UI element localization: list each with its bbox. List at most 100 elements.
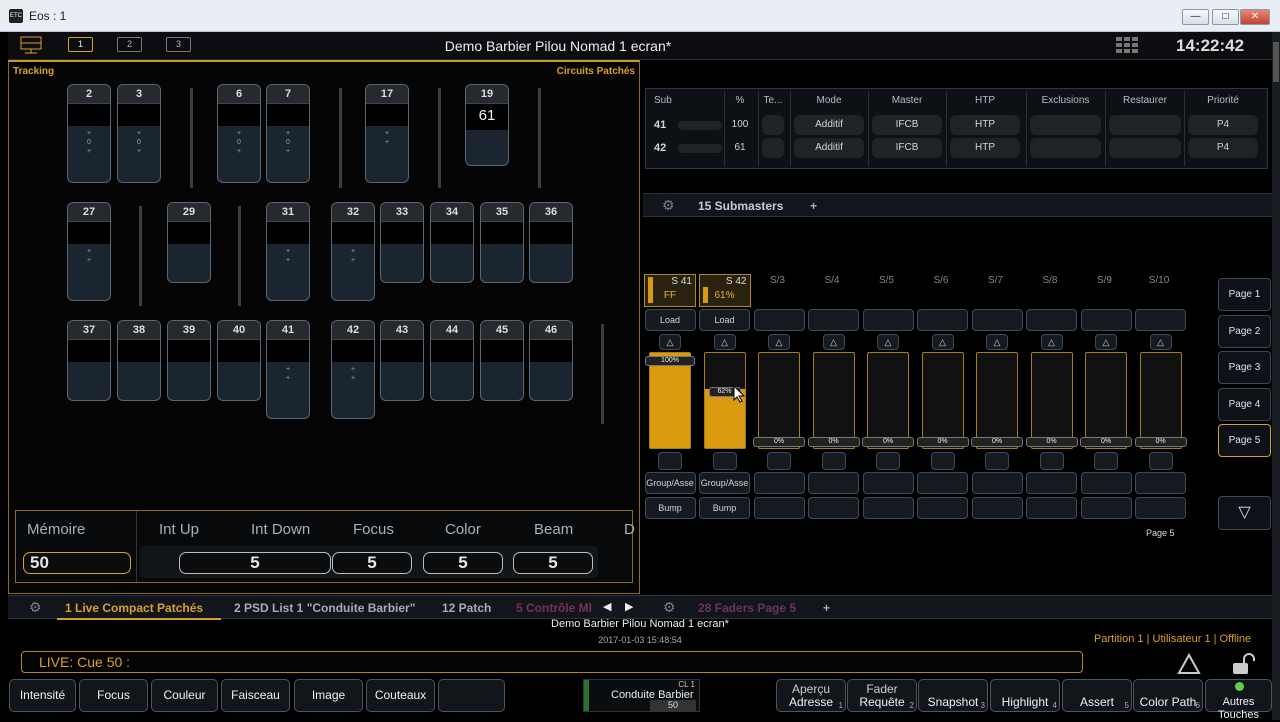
table-cell[interactable]: P4: [1188, 138, 1258, 158]
maximize-icon[interactable]: □: [1212, 9, 1239, 25]
gear-icon[interactable]: ⚙: [663, 599, 676, 616]
fader-2[interactable]: [703, 352, 746, 449]
load-button[interactable]: Load: [699, 309, 750, 331]
channel-36[interactable]: 36: [529, 202, 573, 283]
group-button[interactable]: [1135, 472, 1186, 494]
focus-label[interactable]: Focus: [353, 521, 394, 538]
fader-down-button[interactable]: [821, 452, 846, 470]
fader-down-button[interactable]: [876, 452, 900, 470]
page-button-1[interactable]: Page 1: [1218, 278, 1271, 311]
table-cell[interactable]: HTP: [950, 115, 1020, 135]
beam-value[interactable]: 5: [513, 552, 593, 574]
table-cell[interactable]: Additif: [794, 115, 864, 135]
softkey-snapshot[interactable]: Snapshot 3: [918, 679, 988, 712]
add-tab-button[interactable]: +: [823, 596, 830, 620]
tab-patch[interactable]: 12 Patch: [442, 596, 491, 620]
page-down-arrow-icon[interactable]: ▽: [1218, 496, 1271, 530]
fader-up-icon[interactable]: △: [1040, 334, 1063, 350]
fader-up-icon[interactable]: △: [1149, 334, 1172, 350]
softkey-color-path[interactable]: Color Path 6: [1133, 679, 1203, 712]
channel-37[interactable]: 37: [67, 320, 111, 401]
memoire-value[interactable]: 50: [23, 552, 131, 574]
channel-46[interactable]: 46: [529, 320, 573, 401]
color-value[interactable]: 5: [423, 552, 503, 574]
group-button[interactable]: [753, 472, 805, 494]
fader-8[interactable]: [1030, 352, 1073, 449]
channel-42[interactable]: 42 + +: [331, 320, 375, 419]
command-line[interactable]: LIVE: Cue 50 :: [21, 651, 1083, 673]
load-button[interactable]: [753, 309, 805, 331]
close-icon[interactable]: ✕: [1240, 9, 1270, 25]
channel-2[interactable]: 2 +0 +: [67, 84, 111, 183]
fader-down-button[interactable]: [767, 452, 791, 470]
table-cell[interactable]: [1109, 115, 1181, 135]
table-cell[interactable]: 61: [728, 138, 752, 158]
fader-4[interactable]: [812, 352, 855, 449]
load-button[interactable]: Load: [644, 309, 696, 331]
color-label[interactable]: Color: [445, 521, 481, 538]
softkey-highlight[interactable]: Highlight 4: [990, 679, 1060, 712]
fader-up-icon[interactable]: △: [1095, 334, 1117, 350]
softkey-couteaux[interactable]: Couteaux: [366, 679, 435, 712]
softkey-couleur[interactable]: Couleur: [151, 679, 218, 712]
load-button[interactable]: [971, 309, 1023, 331]
fader-9[interactable]: [1085, 352, 1127, 449]
table-cell[interactable]: IFCB: [872, 138, 942, 158]
beam-label[interactable]: Beam: [534, 521, 573, 538]
softkey-intensité[interactable]: Intensité: [9, 679, 76, 712]
softkey-adresse[interactable]: Aperçu Adresse 1: [776, 679, 846, 712]
fader-down-button[interactable]: [985, 452, 1009, 470]
table-cell[interactable]: 42: [654, 138, 726, 158]
fader-down-button[interactable]: [712, 452, 737, 470]
channel-7[interactable]: 7 +0 +: [266, 84, 310, 183]
fader-up-icon[interactable]: △: [713, 334, 736, 350]
fader-up-icon[interactable]: △: [659, 334, 681, 350]
unlock-icon[interactable]: [1230, 652, 1256, 676]
table-cell[interactable]: [1030, 138, 1101, 158]
load-button[interactable]: [1080, 309, 1132, 331]
tab-scroll-left-icon[interactable]: ◀: [603, 600, 611, 613]
table-cell[interactable]: HTP: [950, 138, 1020, 158]
fader-up-icon[interactable]: △: [822, 334, 845, 350]
fader-down-button[interactable]: [930, 452, 955, 470]
tab-submasters[interactable]: 15 Submasters: [698, 194, 783, 218]
channel-29[interactable]: 29: [167, 202, 211, 283]
channel-34[interactable]: 34: [430, 202, 474, 283]
group-button[interactable]: Group/Asse: [644, 472, 696, 494]
page-button-5[interactable]: Page 5: [1218, 424, 1271, 457]
channel-35[interactable]: 35: [480, 202, 524, 283]
tab-live-compact[interactable]: 1 Live Compact Patchés: [57, 596, 221, 620]
channel-40[interactable]: 40: [217, 320, 261, 401]
channel-27[interactable]: 27 + +: [67, 202, 111, 301]
group-button[interactable]: Group/Asse: [699, 472, 750, 494]
grid-icon[interactable]: [1115, 36, 1139, 54]
table-cell[interactable]: [1030, 115, 1101, 135]
fader-6[interactable]: [921, 352, 964, 449]
table-cell[interactable]: 100: [728, 115, 752, 135]
group-button[interactable]: [808, 472, 859, 494]
fader-up-icon[interactable]: △: [931, 334, 954, 350]
page-button-2[interactable]: Page 2: [1218, 314, 1271, 348]
fader-down-button[interactable]: [658, 452, 682, 470]
load-button[interactable]: [1026, 309, 1077, 331]
page-button-4[interactable]: Page 4: [1218, 387, 1271, 421]
channel-19[interactable]: 19 61: [465, 84, 509, 166]
load-button[interactable]: [862, 309, 914, 331]
channel-31[interactable]: 31 + +: [266, 202, 310, 301]
fader-down-button[interactable]: [1039, 452, 1064, 470]
softkey-focus[interactable]: Focus: [79, 679, 148, 712]
bump-button[interactable]: [1080, 497, 1132, 519]
fader-up-icon[interactable]: △: [877, 334, 899, 350]
warning-triangle-icon[interactable]: [1177, 653, 1201, 675]
group-button[interactable]: [917, 472, 968, 494]
tab-controle[interactable]: 5 Contrôle Ml: [516, 596, 592, 620]
table-cell[interactable]: [1109, 138, 1181, 158]
fader-3[interactable]: [758, 352, 800, 449]
minimize-icon[interactable]: —: [1182, 9, 1209, 25]
channel-39[interactable]: 39: [167, 320, 211, 401]
table-cell[interactable]: [762, 115, 784, 135]
channel-6[interactable]: 6 +0 +: [217, 84, 261, 183]
int-down-label[interactable]: Int Down: [251, 521, 310, 538]
load-button[interactable]: [808, 309, 859, 331]
fader-down-button[interactable]: [1148, 452, 1173, 470]
